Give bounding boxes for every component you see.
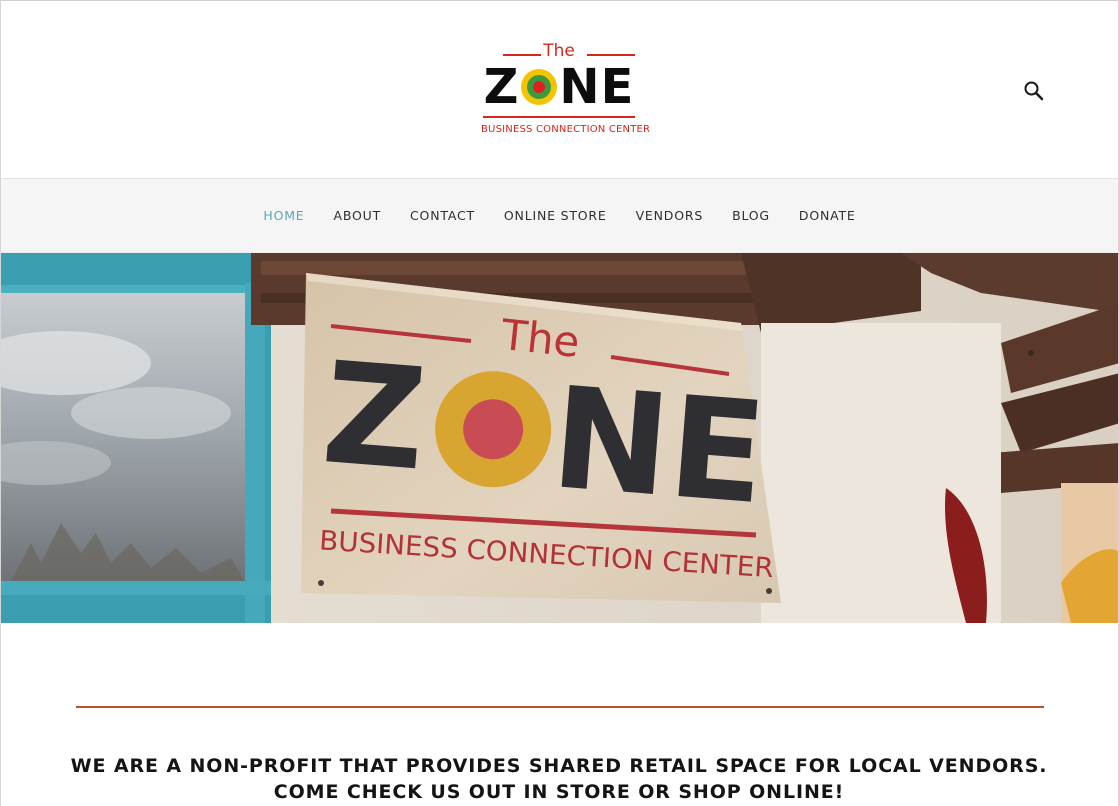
logo-zone: Z NE [481, 59, 637, 115]
hero-image: The Z NE BUSINESS CONNECTION CENTER [1, 253, 1118, 623]
tagline-line-2: COME CHECK US OUT IN STORE OR SHOP ONLIN… [273, 781, 845, 803]
target-icon [521, 69, 558, 105]
site-header: The Z NE BUSINESS CONNECTION CENTER [1, 1, 1118, 178]
nav-item-donate[interactable]: DONATE [799, 208, 856, 223]
logo-zone-ne: NE [559, 59, 635, 115]
tagline: WE ARE A NON-PROFIT THAT PROVIDES SHARED… [61, 753, 1057, 805]
hero-photo-illustration: The Z NE BUSINESS CONNECTION CENTER [1, 253, 1118, 623]
site-logo[interactable]: The Z NE BUSINESS CONNECTION CENTER [481, 41, 651, 136]
logo-the-row: The [481, 41, 637, 61]
search-icon [1024, 81, 1044, 101]
tagline-line-1: WE ARE A NON-PROFIT THAT PROVIDES SHARED… [70, 755, 1048, 777]
search-button[interactable] [1022, 79, 1046, 103]
nav-item-online-store[interactable]: ONLINE STORE [504, 208, 607, 223]
logo-the: The [543, 41, 575, 61]
logo-zone-z: Z [483, 59, 520, 115]
page: The Z NE BUSINESS CONNECTION CENTER HOME… [0, 0, 1119, 806]
nav-item-home[interactable]: HOME [263, 208, 304, 223]
logo-line-right [587, 54, 635, 56]
sign-zone-ne: NE [546, 357, 771, 536]
nav-item-blog[interactable]: BLOG [732, 208, 770, 223]
main-nav: HOME ABOUT CONTACT ONLINE STORE VENDORS … [1, 178, 1118, 253]
logo-subtitle: BUSINESS CONNECTION CENTER [481, 124, 651, 135]
sign-zone-z: Z [317, 332, 431, 502]
nav-item-vendors[interactable]: VENDORS [636, 208, 703, 223]
nav-item-contact[interactable]: CONTACT [410, 208, 475, 223]
section-divider [76, 706, 1044, 708]
logo-line-left [503, 54, 541, 56]
logo-underline [483, 116, 635, 118]
nav-item-about[interactable]: ABOUT [334, 208, 382, 223]
